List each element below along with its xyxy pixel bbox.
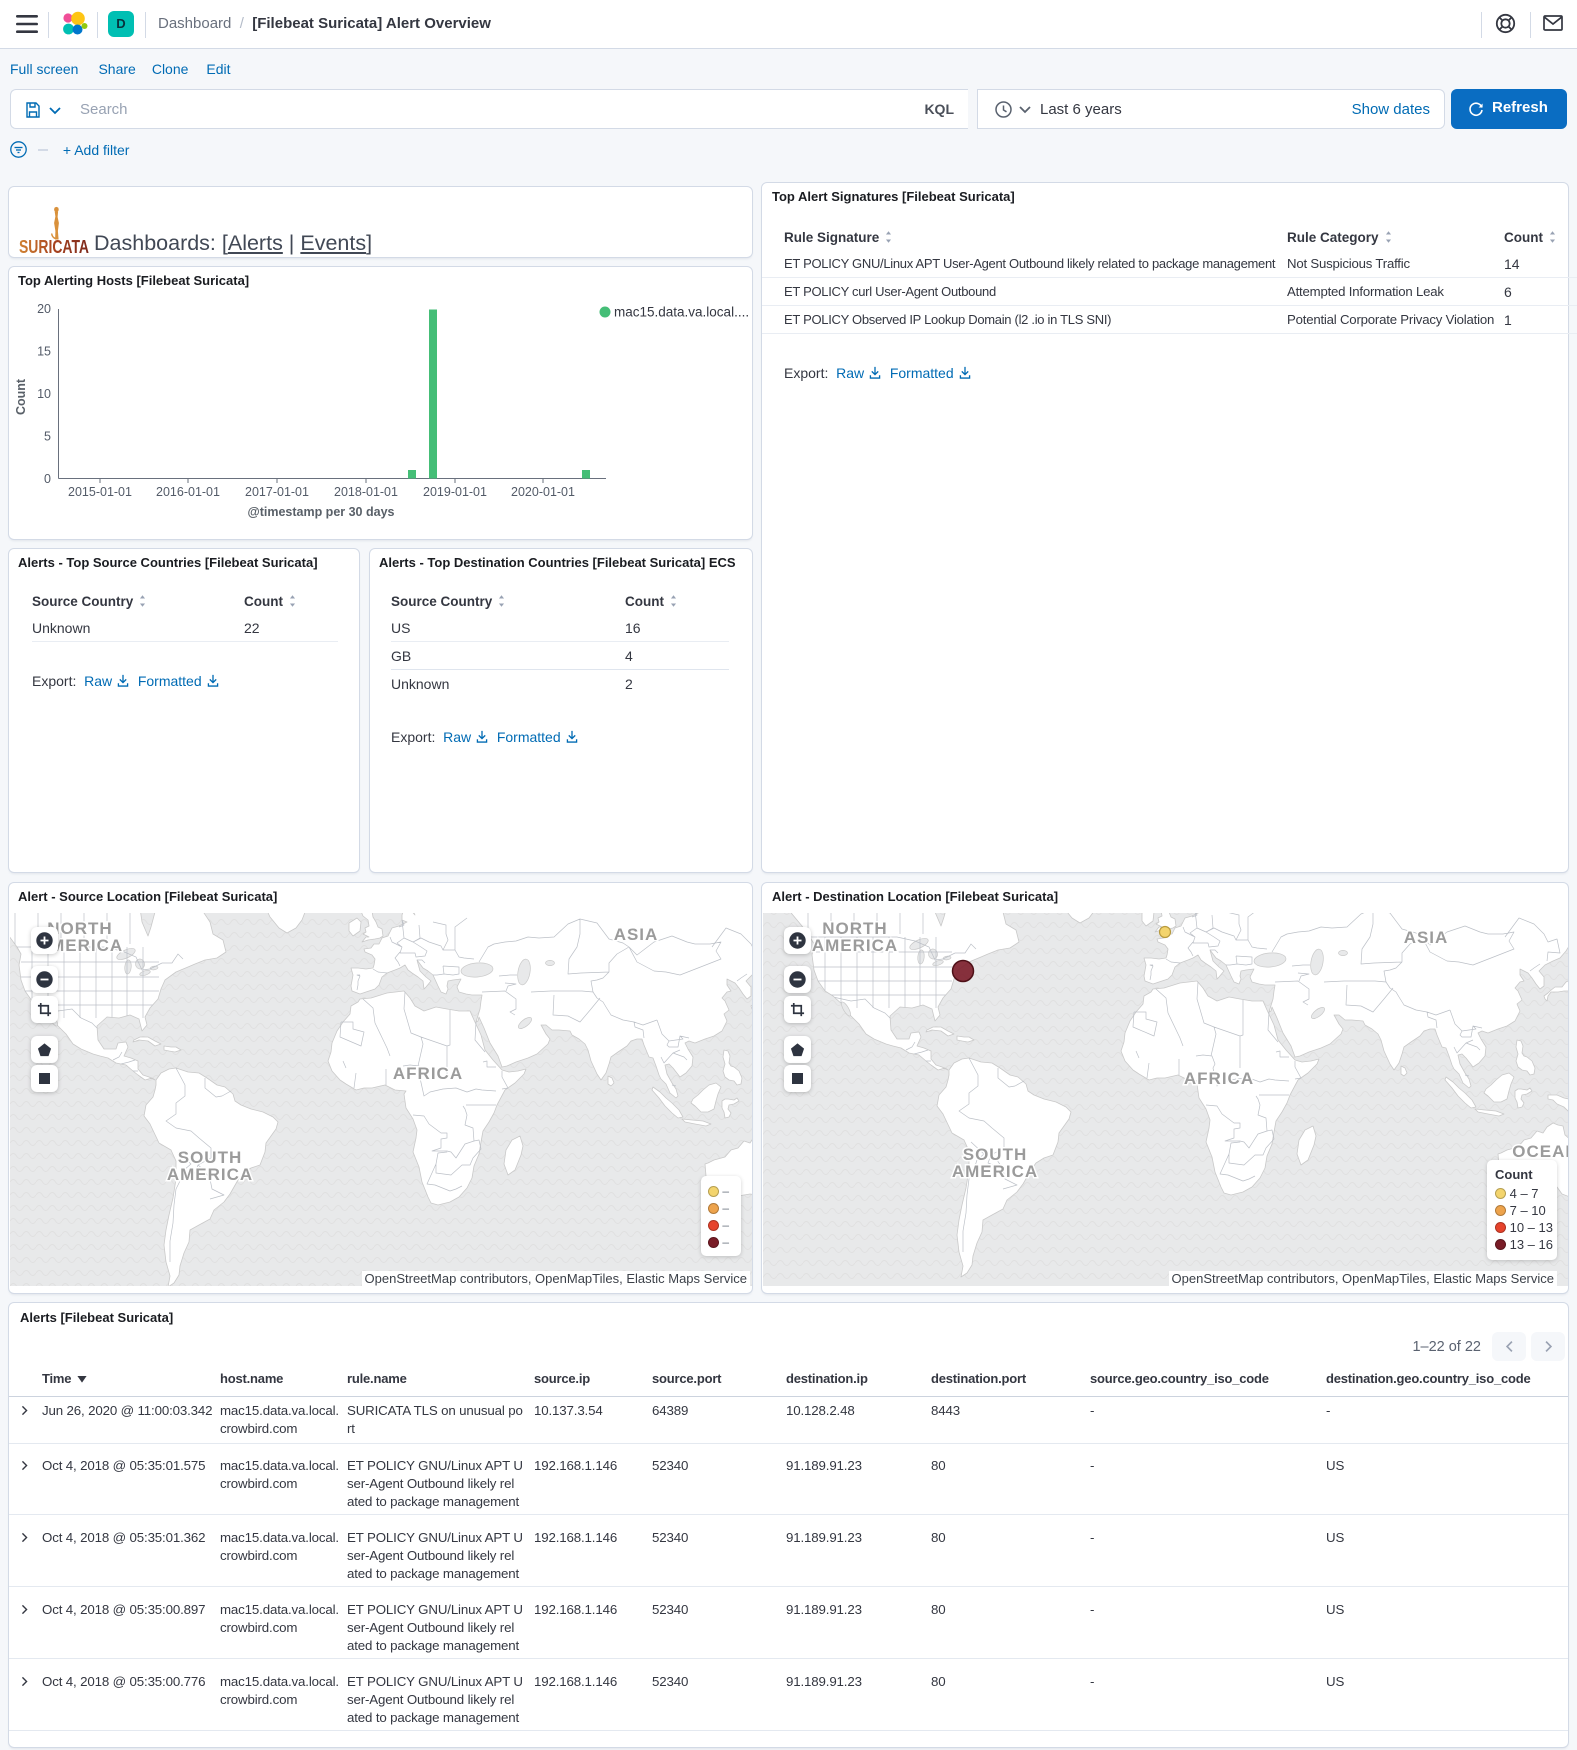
svg-text:ASIA: ASIA [614,925,659,944]
svg-text:10: 10 [37,387,51,401]
svg-text:2017-01-01: 2017-01-01 [245,485,309,499]
svg-text:2015-01-01: 2015-01-01 [68,485,132,499]
svg-text:AMERICA: AMERICA [952,1162,1038,1181]
svg-text:AFRICA: AFRICA [1184,1069,1254,1088]
svg-text:AFRICA: AFRICA [393,1064,463,1083]
svg-text:@timestamp per 30 days: @timestamp per 30 days [248,505,395,519]
svg-text:2016-01-01: 2016-01-01 [156,485,220,499]
svg-text:2018-01-01: 2018-01-01 [334,485,398,499]
svg-text:2019-01-01: 2019-01-01 [423,485,487,499]
svg-text:OCEANIA: OCEANIA [1512,1142,1569,1161]
svg-text:Count: Count [14,378,28,415]
svg-text:2020-01-01: 2020-01-01 [511,485,575,499]
svg-text:20: 20 [37,302,51,316]
svg-text:15: 15 [37,345,51,359]
svg-text:ASIA: ASIA [1404,928,1449,947]
svg-text:SURICATA: SURICATA [19,237,89,255]
svg-text:AMERICA: AMERICA [812,936,898,955]
svg-text:5: 5 [44,430,51,444]
svg-text:0: 0 [44,472,51,486]
svg-text:mac15.data.va.local....: mac15.data.va.local.... [614,305,749,320]
svg-text:AMERICA: AMERICA [167,1165,253,1184]
